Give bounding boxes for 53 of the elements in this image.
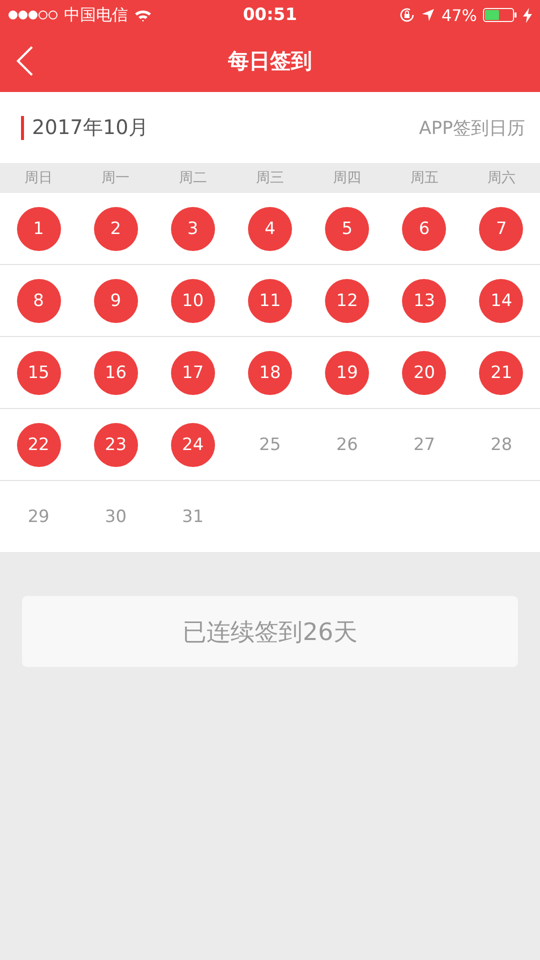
location-arrow-icon (421, 8, 436, 22)
calendar-day[interactable]: 28 (479, 422, 524, 466)
weekday-label: 周日 (24, 169, 54, 187)
signed-day[interactable]: 20 (402, 350, 446, 394)
battery-icon (483, 8, 517, 22)
signed-day[interactable]: 21 (479, 350, 524, 394)
calendar-day[interactable]: 27 (402, 422, 446, 466)
calendar-day[interactable]: 31 (170, 494, 215, 538)
charging-bolt-icon (523, 8, 532, 22)
page-title: 每日签到 (228, 48, 312, 75)
signed-day[interactable]: 5 (325, 206, 370, 250)
carrier-name: 中国电信 (64, 4, 128, 26)
rotation-lock-icon (399, 7, 416, 23)
weekday-label: 周六 (486, 169, 516, 187)
streak-button[interactable]: 已连续签到26天 (22, 596, 518, 667)
calendar-day[interactable]: 26 (325, 422, 370, 466)
accent-bar (21, 116, 24, 140)
signed-day[interactable]: 17 (170, 350, 215, 394)
signed-day[interactable]: 11 (248, 278, 292, 322)
signed-day[interactable]: 8 (16, 278, 61, 322)
battery-percent: 47% (441, 6, 477, 24)
status-time: 00:51 (242, 5, 298, 25)
calendar-day[interactable]: 30 (94, 494, 138, 538)
signed-day[interactable]: 10 (170, 278, 215, 322)
weekday-label: 周三 (254, 169, 285, 187)
signed-day[interactable]: 23 (94, 422, 138, 466)
signed-day[interactable]: 3 (170, 206, 215, 250)
signed-day[interactable]: 22 (16, 422, 61, 466)
signal-icon (8, 10, 58, 20)
signed-day[interactable]: 15 (16, 350, 61, 394)
signed-day[interactable]: 24 (170, 422, 215, 466)
signed-day[interactable]: 13 (402, 278, 446, 322)
signed-day[interactable]: 19 (325, 350, 370, 394)
signed-day[interactable]: 18 (248, 350, 292, 394)
wifi-icon (134, 8, 152, 22)
weekday-label: 周一 (100, 169, 131, 187)
signed-day[interactable]: 1 (16, 206, 61, 250)
month-title: 2017年10月 (32, 114, 148, 141)
signed-day[interactable]: 14 (479, 278, 524, 322)
calendar-day[interactable]: 29 (16, 494, 61, 538)
calendar-day[interactable]: 25 (248, 422, 292, 466)
weekday-label: 周五 (409, 169, 440, 187)
weekday-label: 周四 (332, 169, 362, 187)
signed-day[interactable]: 7 (479, 206, 524, 250)
signed-day[interactable]: 9 (94, 278, 138, 322)
signed-day[interactable]: 12 (325, 278, 370, 322)
calendar-link[interactable]: APP签到日历 (418, 116, 525, 140)
signed-day[interactable]: 16 (94, 350, 138, 394)
back-chevron-icon (16, 46, 34, 76)
signed-day[interactable]: 6 (402, 206, 446, 250)
signed-day[interactable]: 4 (248, 206, 292, 250)
signed-day[interactable]: 2 (94, 206, 138, 250)
weekday-label: 周二 (178, 169, 208, 187)
